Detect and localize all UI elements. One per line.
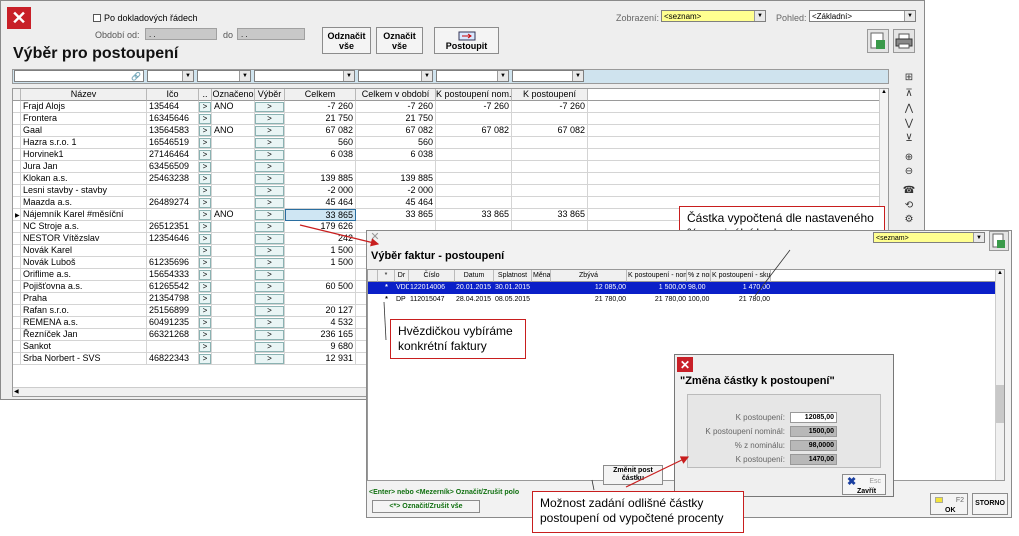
- arrow-to-dialog: [625, 456, 690, 488]
- arrow-row-to-sub: [299, 224, 380, 247]
- screenshot: { "main": { "title": "Výběr pro postoupe…: [0, 0, 1019, 536]
- callout-arrows: [299, 224, 791, 491]
- arrow-callout2: [383, 301, 387, 341]
- arrow-callout3: [591, 479, 595, 491]
- arrow-callout1: [754, 249, 791, 297]
